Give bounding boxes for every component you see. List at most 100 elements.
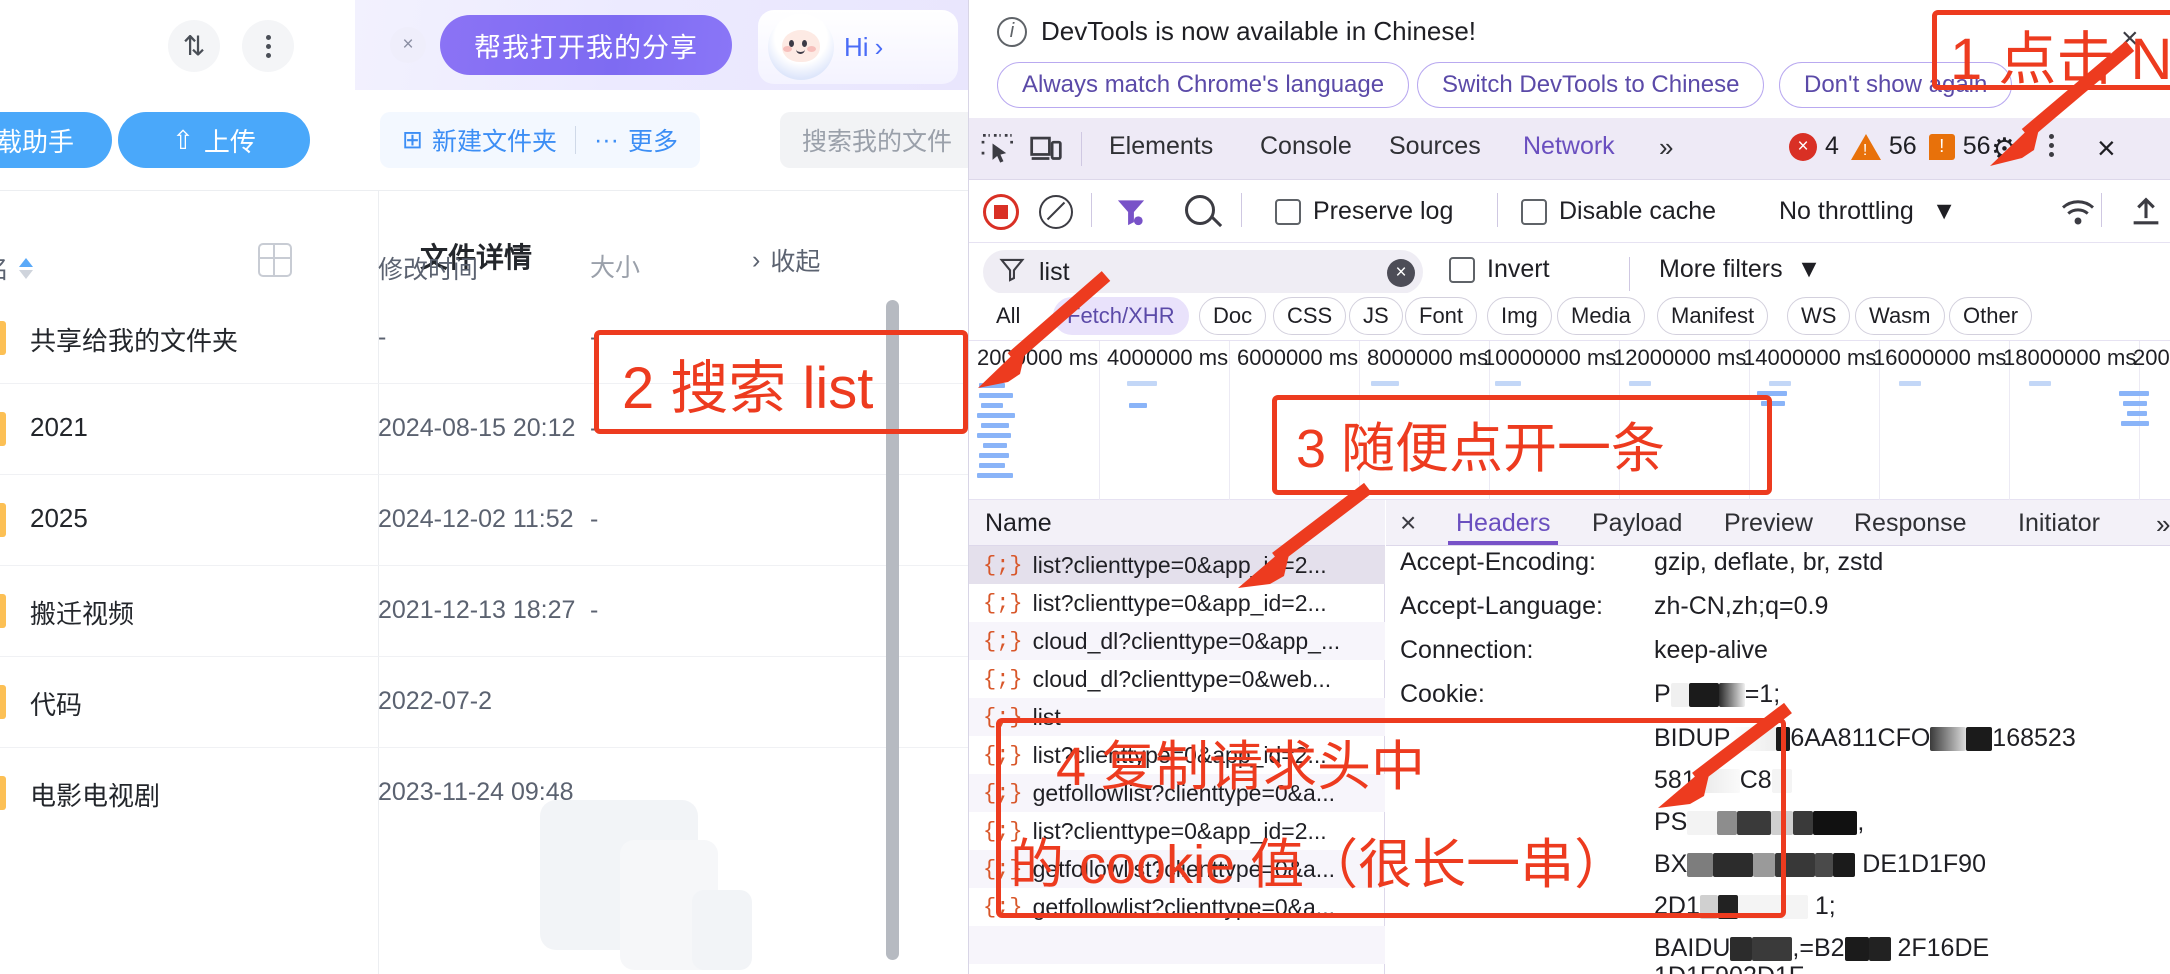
- file-size: -: [590, 596, 599, 624]
- json-icon: {;}: [983, 552, 1023, 578]
- type-chip-img[interactable]: Img: [1487, 297, 1552, 335]
- column-header-size[interactable]: 大小: [590, 248, 640, 284]
- folder-tag-icon: [0, 412, 6, 446]
- request-row[interactable]: {;} cloud_dl?clienttype=0&web...: [969, 660, 1385, 698]
- timeline-tick-label: 10000000 ms: [1483, 345, 1617, 370]
- divider: [1497, 193, 1498, 227]
- tab-initiator[interactable]: Initiator: [2018, 509, 2100, 538]
- disable-cache-label: Disable cache: [1559, 197, 1717, 225]
- upload-icon: ⇧: [172, 124, 194, 155]
- tab-sources[interactable]: Sources: [1389, 132, 1481, 161]
- table-row[interactable]: 代码 2022-07-2: [0, 657, 968, 748]
- sort-arrows-icon[interactable]: [19, 257, 34, 279]
- more-filters-label: More filters: [1659, 255, 1783, 283]
- switch-devtools-chinese-button[interactable]: Switch DevTools to Chinese: [1417, 62, 1765, 108]
- tab-headers[interactable]: Headers: [1456, 509, 1551, 538]
- file-name: 共享给我的文件夹: [30, 326, 239, 356]
- annotation-text-3: 3 随便点开一条: [1296, 419, 1666, 479]
- ai-greeting[interactable]: Hi ›: [844, 32, 883, 63]
- type-chip-doc[interactable]: Doc: [1199, 297, 1267, 335]
- sort-icon[interactable]: ⇅: [168, 20, 220, 72]
- request-row[interactable]: [969, 926, 1385, 964]
- download-helper-button[interactable]: 下载助手: [0, 112, 112, 168]
- type-chip-js[interactable]: JS: [1349, 297, 1403, 335]
- annotation-text-4-line2: 的 cookie 值（很长一串）: [1010, 835, 1629, 895]
- type-chip-media[interactable]: Media: [1557, 297, 1645, 335]
- screenshot-root: ⇅ × 帮我打开我的分享 Hi › 下载助手: [0, 0, 2170, 974]
- warning-icon: [1850, 133, 1881, 160]
- column-header-name: Name: [985, 509, 1052, 537]
- annotation-arrow-2: [978, 271, 1111, 388]
- tab-elements[interactable]: Elements: [1109, 132, 1213, 161]
- type-chip-other[interactable]: Other: [1949, 297, 2033, 335]
- import-har-icon[interactable]: [2129, 195, 2163, 234]
- warning-count[interactable]: 56: [1850, 132, 1917, 161]
- ai-avatar-area[interactable]: Hi ›: [758, 10, 958, 84]
- record-stop-icon[interactable]: [983, 194, 1019, 230]
- annotation-text-4-line1: 4 复制请求头中: [1056, 737, 1426, 797]
- column-header-name[interactable]: 名: [0, 250, 34, 286]
- more-button[interactable]: ··· 更多: [594, 122, 678, 158]
- checkbox-icon: [1275, 198, 1301, 225]
- clear-filter-icon[interactable]: ×: [1387, 259, 1415, 287]
- banner-message-row: i DevTools is now available in Chinese!: [997, 16, 1476, 47]
- upload-button[interactable]: ⇧ 上传: [118, 112, 310, 168]
- folder-tag-icon: [0, 594, 6, 628]
- pan-search-input[interactable]: 搜索我的文件: [780, 112, 968, 168]
- collapse-detail-button[interactable]: › 收起: [752, 242, 820, 278]
- funnel-icon[interactable]: [1115, 196, 1147, 233]
- preserve-log-checkbox[interactable]: Preserve log: [1275, 197, 1453, 226]
- table-row[interactable]: 2025 2024-12-02 11:52 -: [0, 475, 968, 566]
- new-folder-button[interactable]: ⊞ 新建文件夹: [402, 122, 557, 158]
- close-detail-icon[interactable]: ×: [1400, 507, 1416, 539]
- always-match-language-button[interactable]: Always match Chrome's language: [997, 62, 1410, 108]
- error-count[interactable]: × 4: [1789, 132, 1839, 161]
- file-name: 搬迁视频: [30, 599, 135, 629]
- header-key: Connection:: [1400, 636, 1534, 664]
- table-row[interactable]: 电影电视剧 2023-11-24 09:48: [0, 748, 968, 839]
- warning-count-value: 56: [1888, 132, 1917, 160]
- tab-response[interactable]: Response: [1854, 509, 1967, 538]
- ai-assistant-pill[interactable]: 帮我打开我的分享: [440, 15, 732, 75]
- pan-quick-actions: ⊞ 新建文件夹 ··· 更多: [380, 112, 700, 168]
- ai-close-icon[interactable]: ×: [390, 27, 426, 63]
- divider: [1629, 257, 1630, 291]
- json-icon: {;}: [983, 628, 1023, 654]
- download-helper-label: 下载助手: [0, 126, 74, 157]
- type-chip-manifest[interactable]: Manifest: [1657, 297, 1769, 335]
- folder-tag-icon: [0, 321, 6, 355]
- disable-cache-checkbox[interactable]: Disable cache: [1521, 197, 1716, 226]
- type-chip-font[interactable]: Font: [1405, 297, 1478, 335]
- invert-checkbox[interactable]: Invert: [1449, 255, 1550, 284]
- type-chip-wasm[interactable]: Wasm: [1855, 297, 1945, 335]
- checkbox-icon: [1449, 256, 1475, 283]
- type-chip-css[interactable]: CSS: [1273, 297, 1347, 335]
- tab-console[interactable]: Console: [1260, 132, 1352, 161]
- chevron-right-icon: ›: [752, 245, 761, 274]
- throttling-dropdown[interactable]: No throttling ▼: [1779, 197, 1957, 226]
- network-conditions-icon[interactable]: [2059, 197, 2097, 234]
- search-icon[interactable]: [1185, 195, 1215, 225]
- timeline-tick-label: 6000000 ms: [1237, 345, 1359, 370]
- inspect-element-icon[interactable]: [981, 134, 1015, 164]
- cookie-value: BAIDU ,=B2 2F16DE: [1654, 934, 1990, 962]
- empty-folder-illustration: [540, 800, 752, 970]
- more-filters-dropdown[interactable]: More filters ▼: [1659, 255, 1821, 284]
- device-toolbar-icon[interactable]: [1029, 134, 1063, 164]
- request-row[interactable]: {;} cloud_dl?clienttype=0&app_...: [969, 622, 1385, 660]
- chevron-right-icon: ›: [874, 31, 884, 62]
- column-header-modified[interactable]: 修改时间: [378, 250, 478, 286]
- tab-network[interactable]: Network: [1523, 132, 1615, 161]
- header-value: keep-alive: [1654, 636, 1768, 664]
- type-chip-ws[interactable]: WS: [1787, 297, 1851, 335]
- clear-network-icon[interactable]: [1039, 195, 1073, 229]
- tabs-overflow-icon[interactable]: »: [1659, 132, 1673, 163]
- file-modified: 2024-12-02 11:52: [378, 505, 574, 533]
- table-row[interactable]: 搬迁视频 2021-12-13 18:27 -: [0, 566, 968, 657]
- vertical-dots-icon[interactable]: [242, 20, 294, 72]
- grid-view-icon[interactable]: [258, 243, 292, 277]
- tab-preview[interactable]: Preview: [1724, 509, 1813, 538]
- detail-tabs-overflow-icon[interactable]: »: [2156, 509, 2170, 540]
- tab-payload[interactable]: Payload: [1592, 509, 1682, 538]
- network-toolbar: Preserve log Disable cache No throttling…: [969, 181, 2170, 243]
